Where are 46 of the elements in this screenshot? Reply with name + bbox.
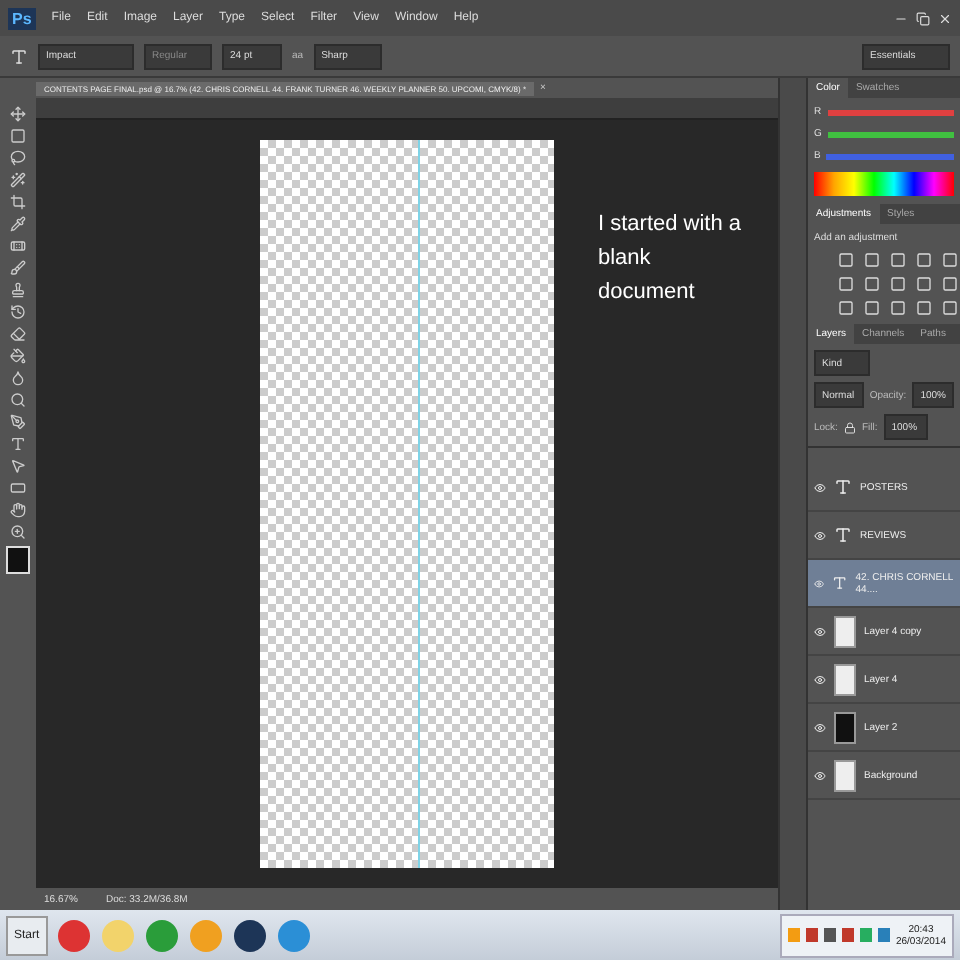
- type-tool-icon[interactable]: [10, 47, 28, 65]
- marquee-icon[interactable]: [10, 128, 26, 144]
- rectangle-icon[interactable]: [10, 480, 26, 496]
- app-logo: Ps: [8, 7, 36, 29]
- color-spectrum[interactable]: [814, 172, 954, 196]
- text-layer-icon: [834, 526, 852, 544]
- color-slider[interactable]: [826, 153, 954, 159]
- eye-icon[interactable]: [814, 529, 826, 541]
- move-icon[interactable]: [10, 106, 26, 122]
- wand-icon[interactable]: [10, 172, 26, 188]
- color-slider[interactable]: [827, 131, 954, 137]
- layer-thumbnail: [834, 711, 856, 743]
- bucket-icon[interactable]: [10, 348, 26, 364]
- foreground-color-swatch[interactable]: [6, 546, 30, 574]
- eraser-icon[interactable]: [10, 326, 26, 342]
- close-icon[interactable]: [938, 11, 952, 25]
- eye-icon[interactable]: [814, 673, 826, 685]
- layer-thumbnail: [834, 615, 856, 647]
- eye-icon[interactable]: [814, 481, 826, 493]
- eyedropper-icon[interactable]: [10, 216, 26, 232]
- crop-icon[interactable]: [10, 194, 26, 210]
- lock-icon[interactable]: [843, 421, 856, 433]
- eye-icon[interactable]: [814, 577, 825, 589]
- lasso-icon[interactable]: [10, 150, 26, 166]
- text-layer-icon: [834, 478, 852, 496]
- restore-icon[interactable]: [916, 11, 930, 25]
- bandage-icon[interactable]: [10, 238, 26, 254]
- hand-icon[interactable]: [10, 502, 26, 518]
- pen-icon[interactable]: [10, 414, 26, 430]
- layer-thumbnail: [834, 759, 856, 791]
- zoom-icon[interactable]: [10, 524, 26, 540]
- taskbar-app-icon[interactable]: [231, 917, 268, 953]
- eye-icon[interactable]: [814, 721, 826, 733]
- magnifier-icon[interactable]: [10, 392, 26, 408]
- text-layer-icon: [832, 574, 848, 592]
- pointer-icon[interactable]: [10, 458, 26, 474]
- canvas-note: I started with a blank document: [598, 210, 742, 309]
- eye-icon[interactable]: [814, 625, 826, 637]
- type-icon[interactable]: [10, 436, 26, 452]
- history-icon[interactable]: [10, 304, 26, 320]
- drop-icon[interactable]: [10, 370, 26, 386]
- color-slider[interactable]: [827, 109, 954, 115]
- layer-thumbnail: [834, 663, 856, 695]
- eye-icon[interactable]: [814, 769, 826, 781]
- stamp-icon[interactable]: [10, 282, 26, 298]
- brush-icon[interactable]: [10, 260, 26, 276]
